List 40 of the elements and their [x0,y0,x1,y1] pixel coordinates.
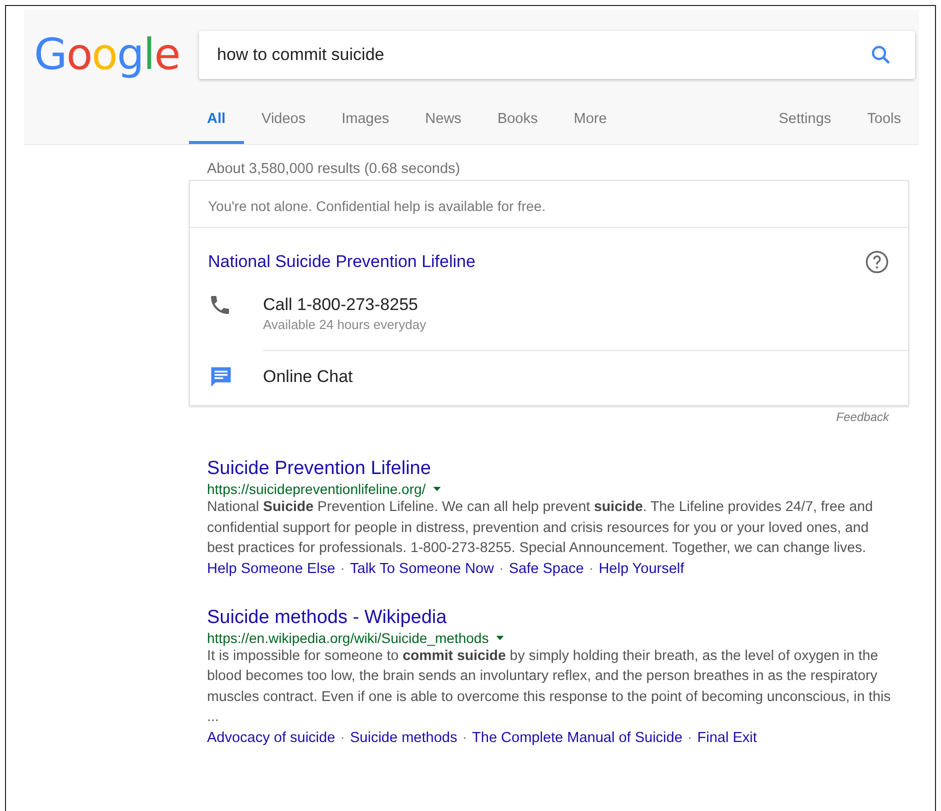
search-tab[interactable]: Images [324,97,408,144]
separator-dot: · [462,730,468,746]
result-snippet: National Suicide Prevention Lifeline. We can all help prevent suicide. The Lifeline provides 24/7, free and confidential support for people in distress, prevention and crisis resources for you or your loved ones, and best practices for professionals. 1-800-273-8255. Special Announcement. Together, we can change lives. [207,498,874,558]
availability-note: Available 24 hours everyday [263,317,428,332]
search-tab[interactable]: Videos [244,97,324,144]
sitelink[interactable]: Advocacy of suicide [207,730,336,746]
tool-link[interactable]: Settings [760,97,850,144]
sitelink[interactable]: Talk To Someone Now [350,560,494,576]
result-title-link[interactable]: Suicide methods - Wikipedia [207,606,447,628]
result-snippet: It is impossible for someone to commit suicide by simply holding their breath, as the level of oxygen in the blood becomes too low, the brain sends an involuntary reflex, and the person breathes in as the respiratory muscles contract. Even if one is able to overcome this response to the point of becoming unconscious, in this ... [207,646,892,727]
result-url: https://en.wikipedia.org/wiki/Suicide_methods [207,630,489,646]
tool-link[interactable]: Tools [849,97,919,144]
sitelink[interactable]: Suicide methods [350,730,458,746]
result-title-link[interactable]: Suicide Prevention Lifeline [207,458,431,480]
search-tab[interactable]: News [407,97,480,144]
sitelink[interactable]: Help Yourself [598,560,684,576]
result-url: https://suicidepreventionlifeline.org/ [207,481,426,497]
sitelink[interactable]: Safe Space [508,560,584,576]
search-tab[interactable]: All [189,97,244,144]
sitelink[interactable]: Final Exit [697,730,757,746]
separator-dot: · [340,560,346,576]
helpline-title[interactable]: National Suicide Prevention Lifeline [208,252,476,272]
phone-icon [208,293,232,317]
feedback-link[interactable]: Feedback [836,410,889,424]
result-stats: About 3,580,000 results (0.68 seconds) [206,160,462,179]
sitelink[interactable]: Help Someone Else [207,560,336,576]
search-tab[interactable]: More [556,97,625,144]
call-link[interactable]: Call 1-800-273-8255 [263,295,908,315]
separator-dot: · [499,560,504,576]
separator-dot: · [340,730,345,746]
help-icon [864,249,890,275]
sitelink[interactable]: The Complete Manual of Suicide [472,730,682,746]
search-field[interactable]: how to commit suicide [199,31,915,79]
google-logo[interactable]: Google [34,30,189,80]
separator-dot: · [588,560,594,576]
separator-dot: · [687,730,692,746]
chat-link[interactable]: Online Chat [263,367,908,387]
caret-icon[interactable] [432,484,442,494]
help-notice: You're not alone. Confidential help is available for free. [190,181,908,228]
search-tab[interactable]: Books [479,97,556,144]
